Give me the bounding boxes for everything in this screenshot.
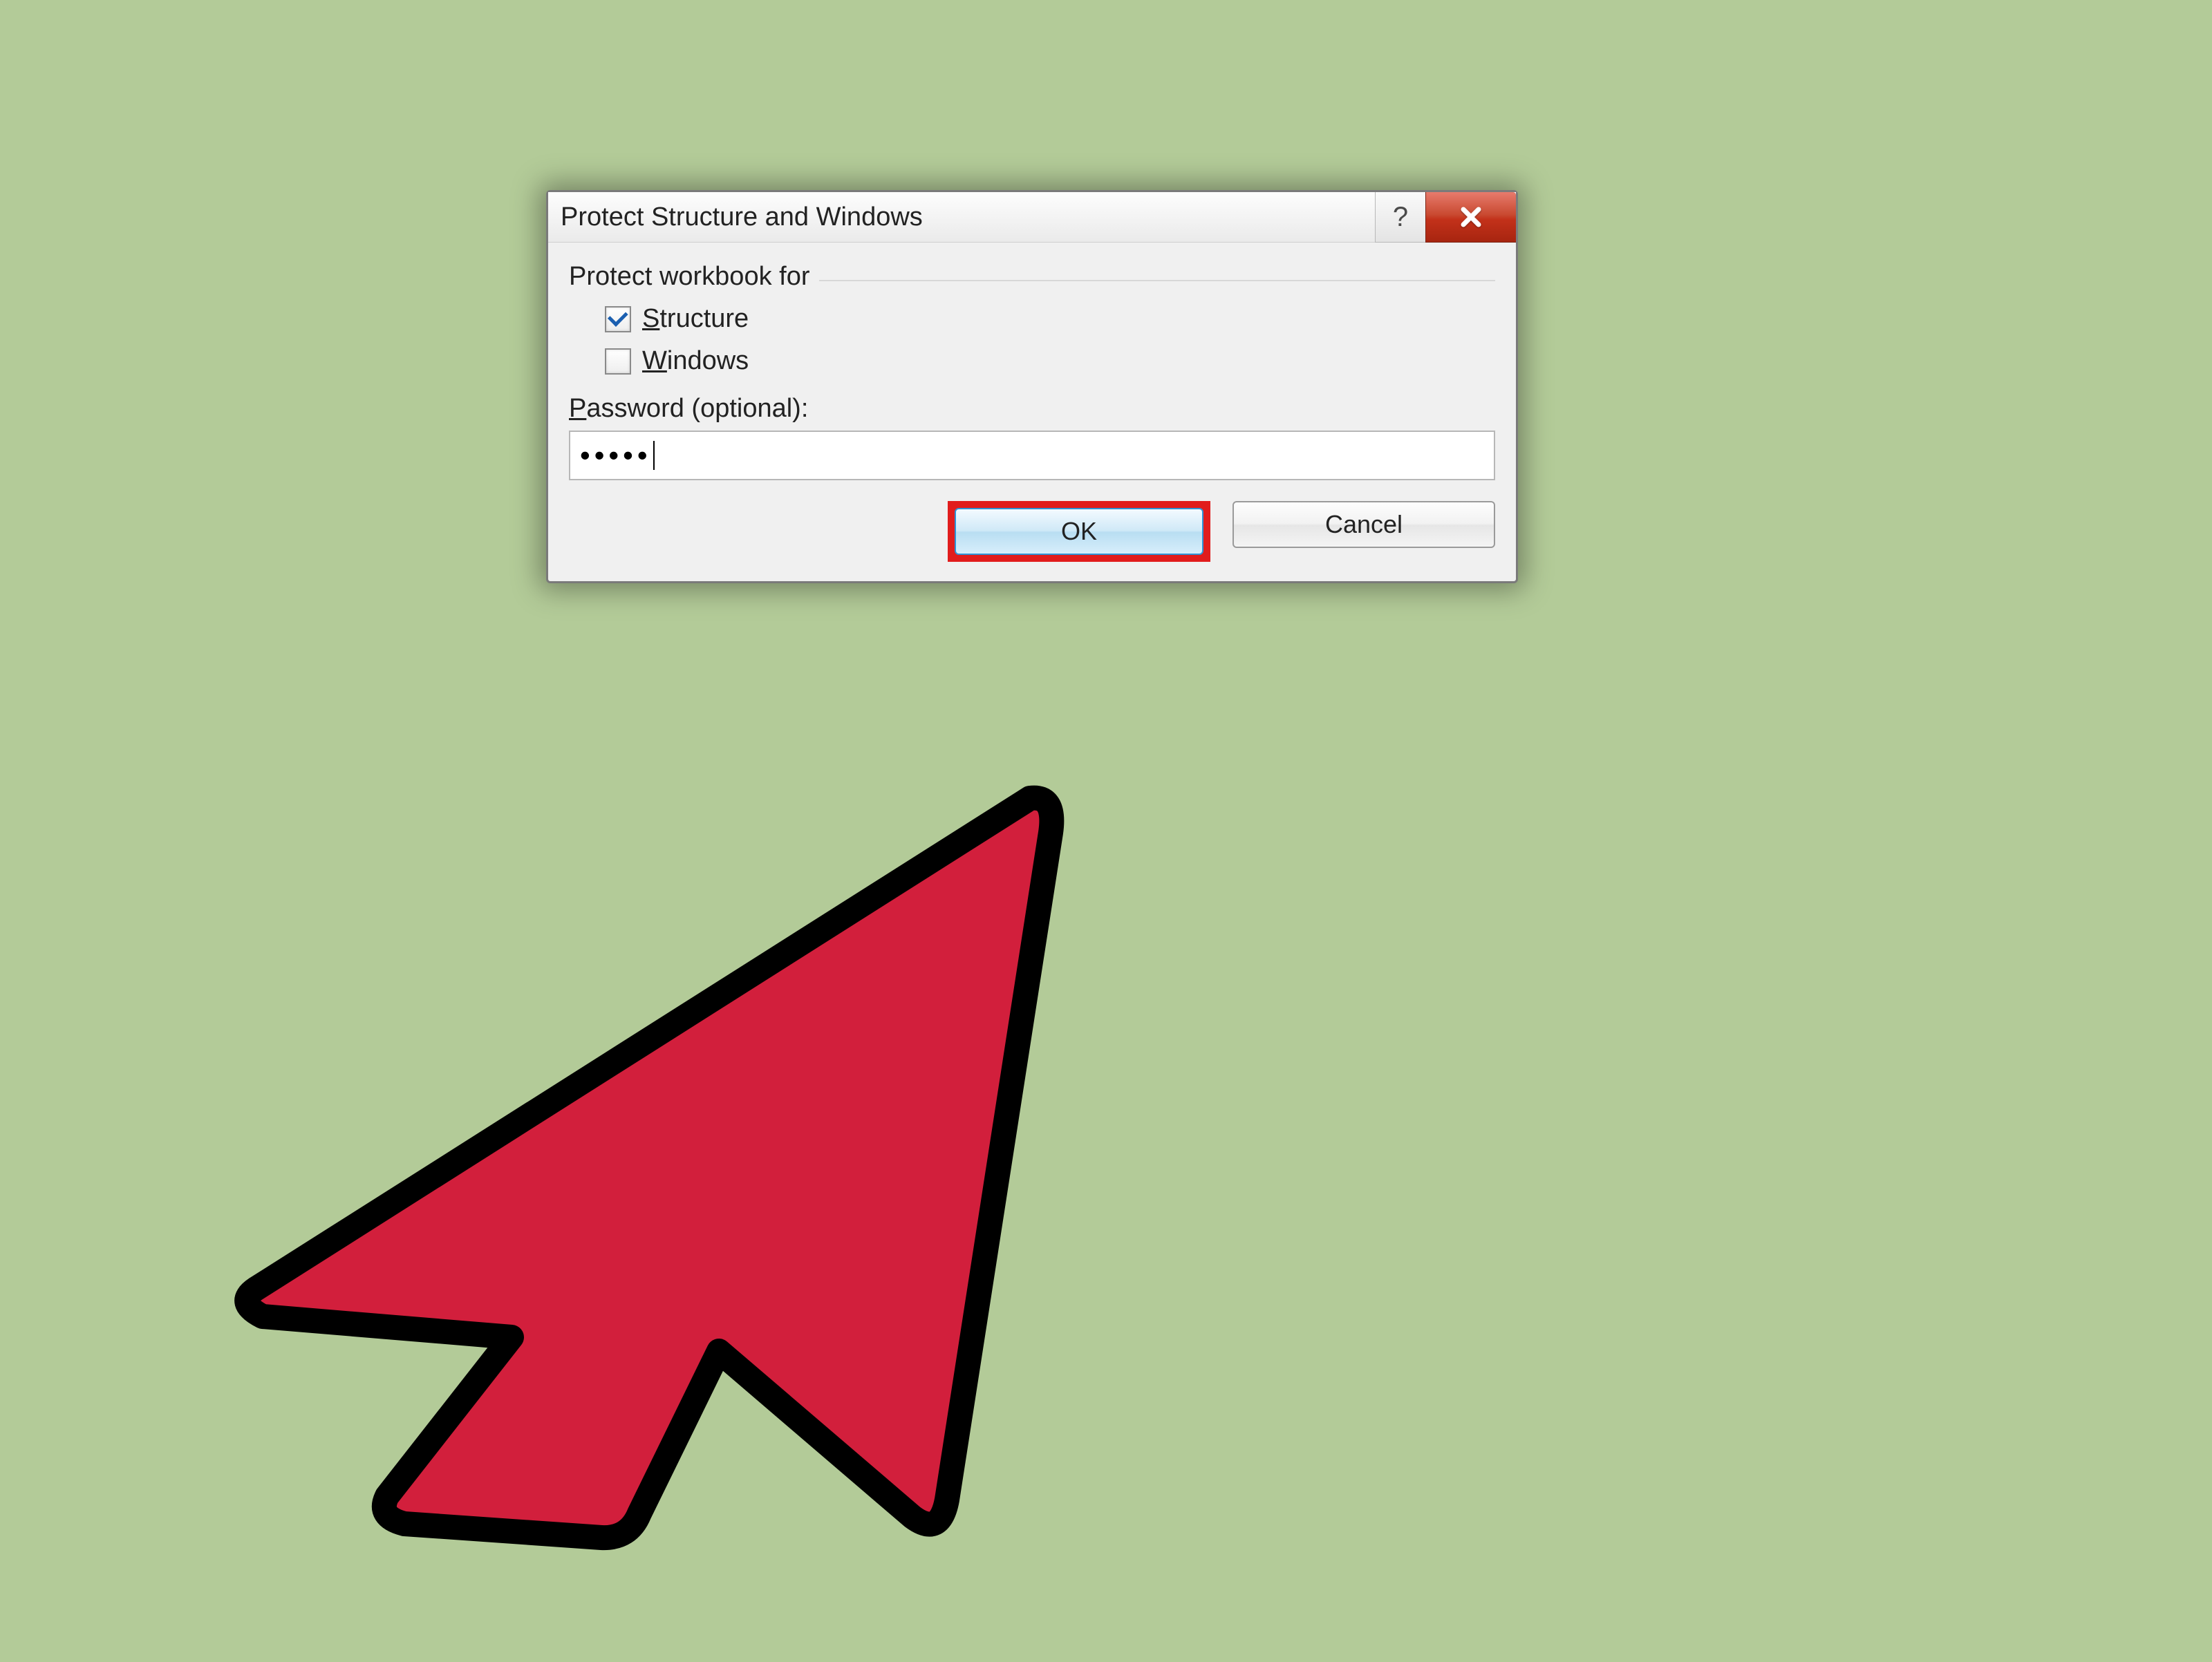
group-title: Protect workbook for <box>569 262 809 291</box>
checkbox-windows-label: Windows <box>642 346 749 376</box>
close-icon <box>1459 205 1483 229</box>
cancel-button-label: Cancel <box>1325 510 1403 539</box>
question-icon: ? <box>1393 202 1408 233</box>
protect-group: Protect workbook for Structure Windows <box>569 262 1495 376</box>
dialog-title: Protect Structure and Windows <box>561 202 1375 232</box>
text-caret <box>653 441 655 470</box>
dialog-content: Protect workbook for Structure Windows P… <box>548 243 1516 581</box>
checkbox-row-structure[interactable]: Structure <box>605 304 1495 334</box>
checkbox-structure-label: Structure <box>642 304 749 334</box>
close-button[interactable] <box>1425 192 1516 243</box>
password-value: ••••• <box>580 439 652 472</box>
help-button[interactable]: ? <box>1375 192 1425 243</box>
titlebar[interactable]: Protect Structure and Windows ? <box>548 192 1516 243</box>
checkbox-windows[interactable] <box>605 348 631 375</box>
title-buttons: ? <box>1375 192 1516 242</box>
button-row: OK Cancel <box>569 501 1495 562</box>
ok-button[interactable]: OK <box>955 508 1203 555</box>
checkbox-row-windows[interactable]: Windows <box>605 346 1495 376</box>
cancel-button[interactable]: Cancel <box>1232 501 1495 548</box>
checkbox-structure[interactable] <box>605 306 631 332</box>
password-input[interactable]: ••••• <box>569 431 1495 480</box>
annotation-cursor-icon <box>214 757 1071 1551</box>
password-label: Password (optional): <box>569 394 1495 424</box>
protect-structure-dialog: Protect Structure and Windows ? Protect … <box>546 190 1518 583</box>
ok-button-label: OK <box>1061 517 1097 546</box>
ok-highlight: OK <box>948 501 1210 562</box>
